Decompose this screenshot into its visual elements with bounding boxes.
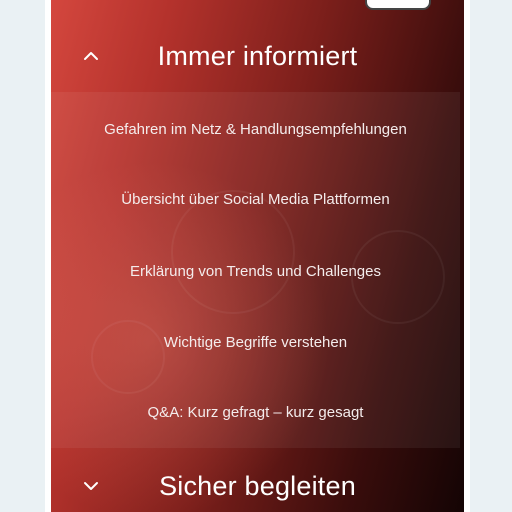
accordion-panel: Gefahren im Netz & Handlungsempfehlungen…: [51, 92, 460, 448]
menu-item-qa[interactable]: Q&A: Kurz gefragt – kurz gesagt: [51, 403, 460, 423]
accordion-header-immer-informiert[interactable]: Immer informiert: [51, 28, 464, 84]
menu-item-begriffe[interactable]: Wichtige Begriffe verstehen: [51, 333, 460, 353]
menu-item-trends[interactable]: Erklärung von Trends und Challenges: [51, 262, 460, 282]
device-frame: Immer informiert Gefahren im Netz & Hand…: [45, 0, 470, 512]
section-title: Immer informiert: [157, 40, 358, 71]
menu-item-plattformen[interactable]: Übersicht über Social Media Plattformen: [51, 190, 460, 210]
accordion-header-sicher-begleiten[interactable]: Sicher begleiten: [51, 458, 464, 512]
app-screen: Immer informiert Gefahren im Netz & Hand…: [51, 0, 464, 512]
menu-item-gefahren[interactable]: Gefahren im Netz & Handlungsempfehlungen: [51, 120, 460, 140]
section-title: Sicher begleiten: [159, 470, 356, 501]
top-button[interactable]: [365, 0, 431, 10]
